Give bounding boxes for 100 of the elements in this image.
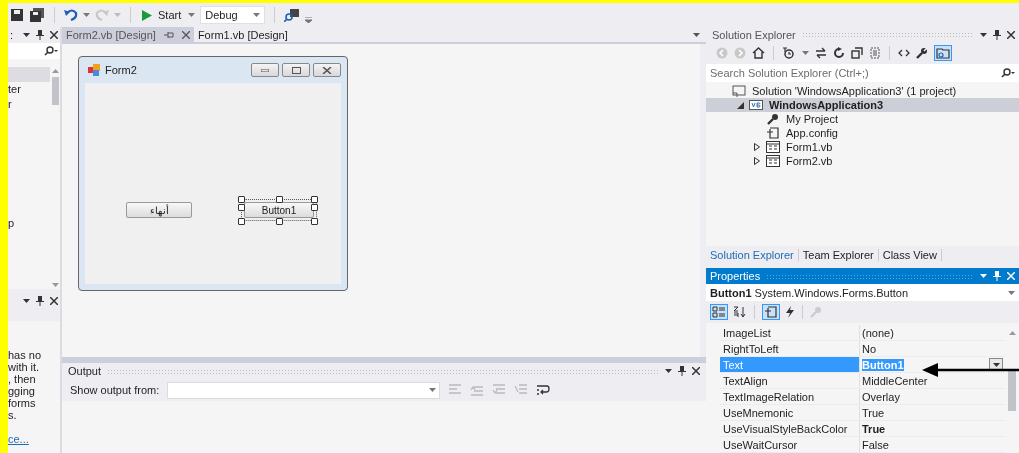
toolbox-item[interactable]: r (8, 97, 50, 112)
document-tab[interactable]: Form1.vb [Design] (193, 27, 292, 42)
refresh-icon[interactable] (833, 47, 845, 59)
property-name[interactable]: TextAlign (720, 373, 860, 388)
pin-icon[interactable] (993, 29, 1001, 40)
word-wrap-icon[interactable] (536, 384, 551, 396)
overflow-icon[interactable] (305, 17, 313, 23)
home-icon[interactable] (752, 47, 765, 59)
close-icon[interactable] (1007, 30, 1015, 39)
description-text: forms (8, 397, 37, 409)
description-text: , then (8, 373, 37, 385)
close-icon (322, 66, 332, 74)
minimize-icon (261, 68, 269, 72)
property-name[interactable]: TextImageRelation (720, 389, 860, 404)
find-icon[interactable] (284, 8, 301, 22)
alphabetical-icon[interactable] (733, 306, 747, 318)
caret-icon[interactable] (802, 51, 809, 55)
scroll-up-icon[interactable] (51, 69, 59, 73)
scrollbar-thumb[interactable] (1008, 371, 1016, 411)
property-name[interactable]: UseVisualStyleBackColor (720, 421, 860, 436)
help-link[interactable]: ce... (8, 433, 60, 445)
categorized-toggle[interactable] (710, 304, 728, 320)
project-icon (749, 99, 763, 111)
save-icon[interactable] (10, 8, 24, 22)
property-value[interactable]: Overlay (862, 390, 900, 403)
dropdown-icon[interactable] (980, 32, 987, 37)
code-icon[interactable] (898, 48, 910, 58)
form-button[interactable]: أنهاء (126, 202, 192, 218)
tree-item[interactable]: Solution 'WindowsApplication3' (1 project) (706, 84, 1019, 98)
property-name[interactable]: UseWaitCursor (720, 437, 860, 452)
tree-item[interactable]: Form2.vb (706, 154, 1019, 168)
minimize-button[interactable] (251, 63, 279, 77)
close-icon[interactable] (181, 30, 190, 39)
expanded-arrow-icon[interactable] (736, 101, 744, 109)
caret-icon (253, 13, 261, 17)
events-icon[interactable] (785, 306, 795, 318)
wrench-icon (766, 113, 780, 125)
panel-tab[interactable]: Team Explorer (798, 249, 879, 261)
preview-toggle[interactable] (934, 45, 952, 61)
property-name[interactable]: RightToLeft (720, 341, 860, 356)
tree-item[interactable]: App.config (706, 126, 1019, 140)
document-tab[interactable]: Form2.vb [Design] (62, 27, 194, 42)
panel-tab[interactable]: Class View (878, 249, 942, 261)
caret-icon (992, 362, 1000, 367)
tree-item[interactable]: WindowsApplication3 (706, 98, 1019, 112)
wrench-icon[interactable] (916, 47, 928, 59)
caret-icon[interactable] (83, 13, 90, 17)
resize-handle[interactable] (276, 196, 283, 203)
close-button[interactable] (313, 63, 341, 77)
scroll-up-icon[interactable] (1008, 331, 1016, 335)
save-all-icon[interactable] (29, 8, 45, 22)
search-field[interactable]: Search Solution Explorer (Ctrl+;) (706, 64, 1019, 82)
property-value[interactable]: (none) (862, 326, 894, 339)
panel-title: Output (68, 365, 102, 377)
object-selector[interactable]: Button1 System.Windows.Forms.Button (706, 284, 1019, 301)
property-value[interactable]: No (862, 342, 877, 355)
pin-icon[interactable] (678, 366, 686, 376)
close-icon[interactable] (50, 297, 58, 305)
solution-icon (732, 85, 746, 97)
panel-tab[interactable]: Solution Explorer (706, 249, 799, 261)
properties-icon (764, 306, 778, 318)
resize-handle[interactable] (276, 218, 283, 225)
close-icon[interactable] (692, 367, 700, 375)
search-field[interactable] (8, 43, 60, 59)
dropdown-icon[interactable] (693, 33, 700, 37)
tree-item[interactable]: Form1.vb (706, 140, 1019, 154)
pin-icon[interactable] (36, 30, 44, 40)
collapse-icon[interactable] (851, 47, 863, 59)
play-icon (142, 9, 152, 21)
property-value[interactable]: False (862, 438, 889, 451)
form-icon (88, 64, 100, 76)
description-text: s. (8, 409, 18, 421)
tree-item[interactable]: My Project (706, 112, 1019, 126)
pin-icon[interactable] (36, 296, 44, 306)
property-value[interactable]: True (862, 422, 886, 435)
toolbox-item[interactable]: p (8, 216, 50, 231)
properties-toggle[interactable] (762, 304, 780, 320)
dropdown-icon[interactable] (665, 369, 672, 373)
form-button[interactable]: Button1 (244, 202, 314, 218)
dropdown-icon[interactable] (23, 299, 30, 303)
description-text: gging (8, 385, 36, 397)
dropdown-icon[interactable] (23, 33, 30, 37)
search-icon (1001, 68, 1015, 78)
configuration-dropdown[interactable]: Debug (200, 6, 266, 24)
start-button[interactable]: Start (140, 9, 184, 21)
undo-icon[interactable] (64, 8, 78, 22)
scrollbar-thumb[interactable] (51, 77, 59, 105)
maximize-button[interactable] (282, 63, 310, 77)
caret-icon[interactable] (188, 13, 196, 17)
property-name[interactable]: UseMnemonic (720, 405, 860, 420)
scroll-down-icon[interactable] (51, 283, 59, 287)
property-value[interactable]: True (862, 406, 885, 419)
close-icon[interactable] (50, 31, 58, 39)
property-name[interactable]: ImageList (720, 325, 860, 340)
history-icon[interactable] (782, 47, 796, 59)
toolbox-item[interactable]: ter (8, 82, 50, 97)
property-value[interactable]: MiddleCenter (862, 374, 928, 387)
sync-icon[interactable] (815, 47, 827, 59)
form-file-icon (766, 155, 780, 167)
search-icon (44, 46, 58, 56)
